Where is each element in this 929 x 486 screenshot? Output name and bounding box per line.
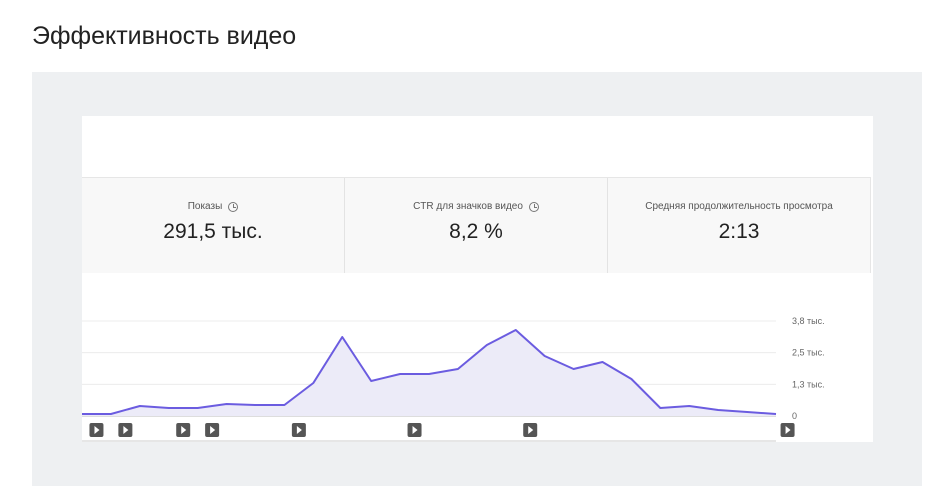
y-tick-label: 0 [792,411,797,421]
analytics-card: Показы 291,5 тыс. CTR для значков видео … [82,116,873,442]
impressions-chart: 0 1,3 тыс. 2,5 тыс. 3,8 тыс. [82,316,825,442]
page-title: Эффективность видео [32,22,297,50]
y-tick-label: 1,3 тыс. [792,379,825,389]
y-tick-label: 3,8 тыс. [792,316,825,326]
y-tick-label: 2,5 тыс. [792,348,825,358]
